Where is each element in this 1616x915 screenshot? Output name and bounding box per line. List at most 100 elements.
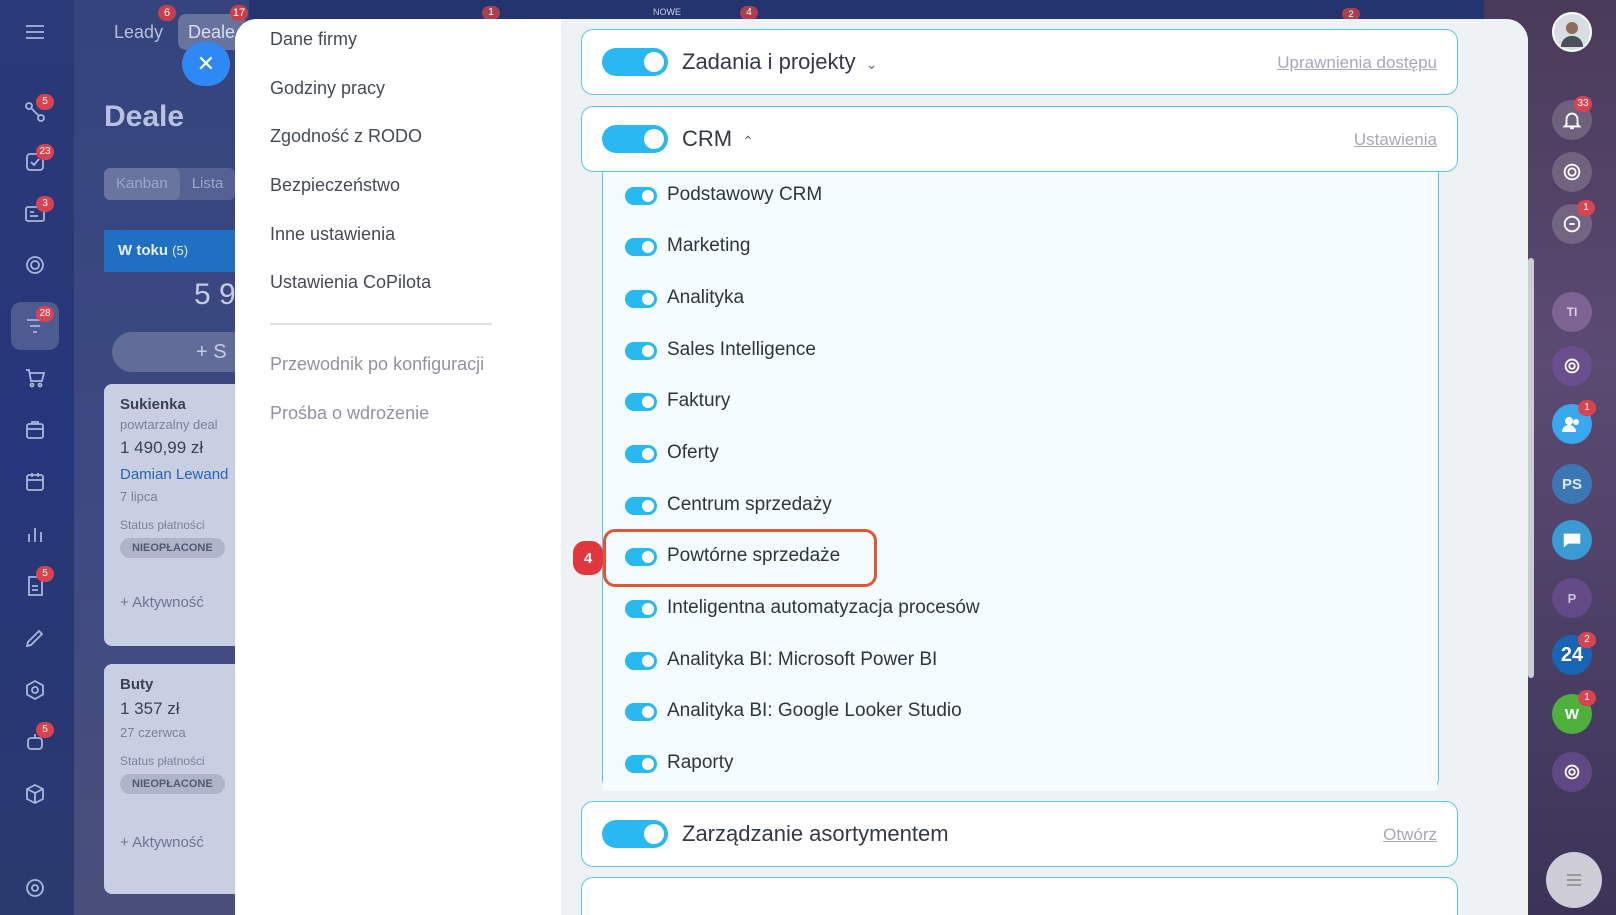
module-asortyment: Zarządzanie asortymentem Otwórz (581, 801, 1458, 867)
card-title: Buty (120, 676, 154, 693)
menu-icon[interactable] (21, 18, 49, 46)
otworz-link[interactable]: Otwórz (1383, 825, 1437, 845)
left-sidebar: 5 23 3 28 5 5 (0, 0, 74, 915)
subitem-toggle[interactable] (625, 652, 657, 670)
crm-ustawienia-link[interactable]: Ustawienia (1354, 130, 1437, 150)
card-activity-link[interactable]: + Aktywność (120, 594, 238, 611)
subitem-row: Faktury (603, 376, 1437, 429)
copilot-icon[interactable] (1552, 152, 1592, 192)
column-sum: 5 9 (194, 278, 236, 311)
scrollbar[interactable] (1528, 258, 1534, 678)
menu-item-inne[interactable]: Inne ustawienia (270, 224, 395, 245)
deal-card[interactable]: Buty 1 357 zł 27 czerwca Status płatnośc… (104, 664, 254, 894)
menu-divider (270, 323, 492, 325)
subitem-toggle[interactable] (625, 703, 657, 721)
analytics-icon[interactable] (21, 520, 49, 548)
crm-label[interactable]: CRM ⌃ (682, 126, 754, 152)
top-badge: 1 (482, 6, 500, 20)
subitem-toggle[interactable] (625, 238, 657, 256)
subitem-label: Podstawowy CRM (667, 184, 823, 205)
settings-gear-icon[interactable] (21, 874, 49, 902)
menu-item-godziny-pracy[interactable]: Godziny pracy (270, 78, 385, 99)
group-chat-icon[interactable] (1552, 346, 1592, 386)
docs-badge: 5 (36, 566, 54, 582)
column-header: W toku (5) (104, 230, 254, 272)
subitem-toggle[interactable] (625, 342, 657, 360)
menu-item-rodo[interactable]: Zgodność z RODO (270, 126, 422, 147)
subitem-label: Inteligentna automatyzacja procesów (667, 597, 980, 618)
menu-item-copilot[interactable]: Ustawienia CoPilota (270, 272, 431, 293)
card-amount: 1 357 zł (120, 699, 180, 718)
subitem-toggle[interactable] (625, 290, 657, 308)
subitem-row: Sales Intelligence (603, 325, 1437, 378)
user-avatar[interactable] (1552, 12, 1592, 52)
target-icon[interactable] (21, 251, 49, 279)
view-kanban[interactable]: Kanban (104, 168, 180, 200)
subitem-row: Analityka BI: Google Looker Studio (603, 686, 1437, 739)
crm-toggle[interactable] (602, 125, 668, 153)
store-icon[interactable] (21, 416, 49, 444)
subitem-label: Analityka (667, 287, 745, 308)
module-next (581, 877, 1458, 915)
subitem-row: Centrum sprzedaży (603, 480, 1437, 533)
uprawnienia-link[interactable]: Uprawnienia dostępu (1277, 53, 1437, 73)
subitem-toggle[interactable] (625, 600, 657, 618)
notifications-badge: 33 (1574, 96, 1592, 112)
settings-menu: Dane firmy Godziny pracy Zgodność z RODO… (235, 19, 561, 915)
tab-leady-badge: 6 (158, 5, 176, 21)
subitem-toggle[interactable] (625, 393, 657, 411)
copilot-chat-icon[interactable] (1552, 752, 1592, 792)
box-icon[interactable] (21, 780, 49, 808)
card-amount: 1 490,99 zł (120, 438, 204, 457)
card-status-label: Status płatności (120, 518, 205, 532)
card-contact[interactable]: Damian Lewand (120, 466, 238, 483)
menu-item-wdrozenie[interactable]: Prośba o wdrożenie (270, 403, 429, 424)
avatar-p[interactable]: P (1552, 578, 1592, 618)
subitem-row: Marketing (603, 221, 1437, 274)
close-button[interactable]: ✕ (182, 42, 230, 86)
sign-icon[interactable] (21, 624, 49, 652)
subitem-toggle[interactable] (625, 187, 657, 205)
card-subtitle: powtarzalny deal (120, 417, 218, 432)
asortyment-toggle[interactable] (602, 820, 668, 848)
highlight-frame (603, 529, 877, 587)
menu-item-przewodnik[interactable]: Przewodnik po konfiguracji (270, 354, 484, 375)
column-title: W toku (118, 242, 168, 259)
subitem-toggle[interactable] (625, 497, 657, 515)
chat-bubble-icon[interactable] (1552, 520, 1592, 560)
zadania-toggle[interactable] (602, 48, 668, 76)
subitem-toggle[interactable] (625, 755, 657, 773)
deal-card[interactable]: Sukienka powtarzalny deal 1 490,99 zł Da… (104, 384, 254, 646)
view-switcher: Kanban Lista (104, 168, 236, 200)
avatar-ti[interactable]: TI (1552, 292, 1592, 332)
subitem-label: Faktury (667, 390, 731, 411)
menu-item-bezpieczenstwo[interactable]: Bezpieczeństwo (270, 175, 400, 196)
close-icon: ✕ (196, 51, 216, 76)
cart-icon[interactable] (21, 364, 49, 392)
b24-badge: 2 (1578, 632, 1596, 648)
avatar-ps[interactable]: PS (1552, 464, 1592, 504)
card-activity-link[interactable]: + Aktywność (120, 834, 238, 851)
chevron-down-icon: ⌄ (865, 56, 878, 72)
menu-list-icon[interactable] (1546, 852, 1602, 908)
zadania-label[interactable]: Zadania i projekty ⌄ (682, 49, 877, 75)
background-deals-page: Leady 6 Deale 17 Deale Kanban Lista W to… (74, 0, 254, 915)
group-badge: 1 (1578, 400, 1596, 416)
menu-item-dane-firmy[interactable]: Dane firmy (270, 29, 357, 50)
w-badge: 1 (1578, 690, 1596, 706)
calendar-icon[interactable] (21, 468, 49, 496)
page-title: Deale (104, 100, 185, 133)
card-status-badge: NIEOPŁACONE (120, 538, 225, 558)
step-number-badge: 4 (573, 541, 603, 575)
hexagon-icon[interactable] (21, 676, 49, 704)
add-deal-button[interactable]: + S (112, 332, 252, 372)
card-status-badge: NIEOPŁACONE (120, 774, 225, 794)
view-lista[interactable]: Lista (180, 168, 236, 200)
subitem-toggle[interactable] (625, 445, 657, 463)
subitem-label: Oferty (667, 442, 719, 463)
modules-content: Zadania i projekty ⌄ Uprawnienia dostępu … (561, 19, 1528, 915)
asortyment-label[interactable]: Zarządzanie asortymentem (682, 821, 949, 847)
column-count: (5) (172, 243, 189, 258)
subitem-row: Podstawowy CRM (603, 170, 1437, 223)
subitem-row: Inteligentna automatyzacja procesów (603, 583, 1437, 636)
